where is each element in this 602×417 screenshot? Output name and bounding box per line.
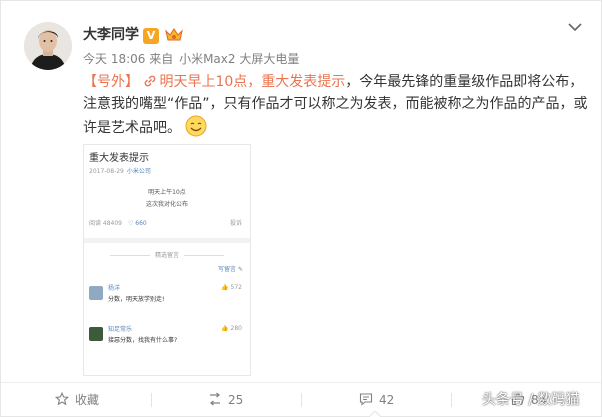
- embedded-comment-text: 分数，明天放学别走!: [108, 296, 165, 303]
- favorite-label: 收藏: [75, 393, 100, 407]
- divider: [301, 393, 302, 407]
- embedded-comment-avatar: [89, 327, 103, 341]
- embedded-write-comment-label: 写留言: [218, 266, 237, 273]
- embedded-comment-likes-count: 280: [230, 325, 242, 332]
- embedded-company: 小米公司: [126, 168, 151, 175]
- embedded-likes-count: 660: [135, 220, 147, 227]
- embedded-comment-avatar: [89, 286, 103, 300]
- star-icon: [55, 392, 69, 406]
- article-link[interactable]: 明天早上10点，重大发表提示: [143, 74, 345, 90]
- comment-count: 42: [379, 393, 395, 407]
- embedded-section-title: 精选留言: [84, 250, 250, 259]
- link-icon: [145, 75, 156, 87]
- embedded-comment-name: 杨洋: [108, 285, 121, 292]
- post-time[interactable]: 今天 18:06: [83, 52, 145, 66]
- embedded-likes: ♡ 660: [128, 220, 147, 227]
- verified-v-badge: V: [143, 28, 159, 44]
- smile-emoji-icon: [185, 115, 207, 137]
- embedded-date-value: 2017-08-29: [89, 168, 124, 175]
- divider: [451, 393, 452, 407]
- post-source[interactable]: 小米Max2 大屏大电量: [179, 52, 299, 66]
- source-prefix: 来自: [149, 52, 174, 66]
- favorite-button[interactable]: 收藏: [55, 383, 99, 417]
- vip-crown-icon: [165, 28, 183, 41]
- repost-icon: [210, 392, 220, 406]
- repost-button[interactable]: 25: [208, 383, 243, 417]
- author-name[interactable]: 大李同学: [83, 25, 139, 45]
- embedded-comments: 精选留言 写留言 ✎ 杨洋 分数，明天放学别走! 👍 572 知足常乐 接惡分数…: [84, 243, 250, 375]
- embedded-article: 重大发表提示 2017-08-29 小米公司 明天上午10点 这次我对化公布 阅读…: [84, 145, 250, 238]
- article-link-label[interactable]: 明天早上10点，重大发表提示: [159, 74, 345, 90]
- embedded-line-2: 这次我对化公布: [145, 201, 188, 208]
- embedded-comment-likes: 👍 280: [221, 325, 242, 332]
- embedded-line-1: 明天上午10点: [148, 189, 186, 196]
- embedded-comment-likes-count: 572: [230, 284, 242, 291]
- post-tag[interactable]: 【号外】: [83, 74, 139, 90]
- chevron-down-icon[interactable]: [566, 20, 584, 34]
- embedded-write-comment: 写留言 ✎: [218, 266, 243, 273]
- embedded-screenshot[interactable]: 重大发表提示 2017-08-29 小米公司 明天上午10点 这次我对化公布 阅读…: [83, 144, 251, 376]
- weibo-post-card: 大李同学 V 今天 18:06 来自 小米Max2 大屏大电量 【号外】 明天早…: [0, 0, 602, 417]
- embedded-reads: 阅读 48409: [89, 220, 122, 227]
- embedded-report: 投诉: [229, 220, 242, 227]
- author-avatar[interactable]: [24, 22, 72, 70]
- embedded-comment-name: 知足常乐: [108, 326, 133, 333]
- embedded-comment-text: 接惡分数，找我有什么事?: [108, 337, 178, 344]
- watermark: 头条号 / 数码猫: [482, 392, 580, 408]
- embedded-date: 2017-08-29 小米公司: [89, 166, 151, 175]
- repost-count: 25: [228, 393, 244, 407]
- embedded-title: 重大发表提示: [89, 153, 149, 164]
- comment-icon: [359, 393, 373, 406]
- embedded-stats: 阅读 48409 ♡ 660: [89, 218, 147, 227]
- active-tab-caret-icon: [369, 411, 381, 417]
- post-meta: 今天 18:06 来自 小米Max2 大屏大电量: [83, 51, 299, 67]
- post-text: 【号外】 明天早上10点，重大发表提示，今年最先锋的重量级作品即将公布，注意我的…: [83, 71, 588, 139]
- divider: [151, 393, 152, 407]
- embedded-comment-likes: 👍 572: [221, 284, 242, 291]
